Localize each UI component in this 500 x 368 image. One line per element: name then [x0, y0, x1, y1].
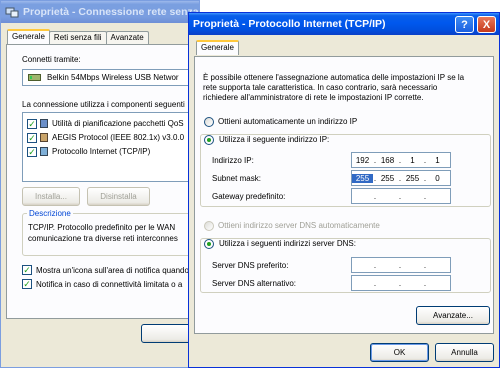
dns-preferred-field[interactable]: . . . — [351, 257, 451, 273]
ip-octet-3: 1 — [410, 155, 415, 165]
tcpip-titlebar[interactable]: Proprietà - Protocollo Internet (TCP/IP) — [189, 13, 499, 35]
qos-icon — [40, 119, 48, 128]
aegis-icon — [40, 133, 48, 142]
description-line1: TCP/IP. Protocollo predefinito per le WA… — [28, 223, 176, 232]
auto-ip-radio[interactable] — [204, 117, 214, 127]
subnet-mask-label: Subnet mask: — [212, 174, 261, 183]
connect-via-label: Connetti tramite: — [22, 55, 81, 64]
dns-pref-dot: . — [398, 260, 402, 270]
component-checkbox-qos[interactable]: ✓ — [27, 119, 37, 129]
ip-octet-1: 192 — [355, 155, 370, 165]
notify-limited-checkbox[interactable]: ✓ — [22, 279, 32, 289]
intro-line2: rete supporta tale caratteristica. In ca… — [203, 83, 438, 92]
notify-icon-label[interactable]: Mostra un'icona sull'area di notifica qu… — [36, 266, 189, 276]
dns-alt-dot: . — [423, 278, 427, 288]
intro-line3: richiedere all'amministratore di rete le… — [203, 93, 424, 102]
back-ok-button[interactable] — [141, 324, 191, 343]
uninstall-button[interactable]: Disinstalla — [87, 187, 150, 206]
back-window-title: Proprietà - Connessione rete senza fili … — [23, 6, 199, 18]
description-title: Descrizione — [27, 209, 73, 219]
component-checkbox-aegis[interactable]: ✓ — [27, 133, 37, 143]
auto-dns-label[interactable]: Ottieni indirizzo server DNS automaticam… — [218, 221, 380, 231]
gateway-field[interactable]: . . . — [351, 188, 451, 204]
ip-octet-2: 168 — [380, 155, 395, 165]
dns-preferred-label: Server DNS preferito: — [212, 261, 289, 270]
back-window: Proprietà - Connessione rete senza fili … — [0, 0, 207, 368]
back-window-titlebar[interactable]: Proprietà - Connessione rete senza fili … — [1, 1, 199, 23]
tcpip-panel: È possibile ottenere l'assegnazione auto… — [194, 56, 494, 334]
help-button[interactable]: ? — [455, 16, 474, 33]
notify-limited-label[interactable]: Notifica in caso di connettività limitat… — [36, 280, 182, 290]
tab-reti-senza-fili[interactable]: Reti senza fili — [48, 31, 107, 44]
mask-octet-3: 255 — [405, 173, 420, 183]
mask-octet-1: 255 — [352, 173, 373, 183]
back-tabs: Generale Reti senza fili Avanzate — [7, 29, 149, 44]
description-line2: comunicazione tra diverse reti interconn… — [28, 234, 178, 243]
adapter-name: Belkin 54Mbps Wireless USB Networ — [47, 73, 179, 82]
manual-ip-radio[interactable] — [204, 135, 214, 145]
intro-line1: È possibile ottenere l'assegnazione auto… — [203, 73, 465, 82]
advanced-button[interactable]: Avanzate... — [416, 306, 490, 325]
cancel-button[interactable]: Annulla — [435, 343, 494, 362]
dns-alt-dot: . — [398, 278, 402, 288]
close-icon: X — [482, 18, 491, 31]
tab-generale[interactable]: Generale — [7, 29, 50, 44]
close-button[interactable]: X — [477, 16, 496, 33]
dns-pref-dot: . — [373, 260, 377, 270]
mask-octet-2: 255 — [380, 173, 395, 183]
adapter-icon — [28, 73, 42, 84]
component-label-tcpip[interactable]: Protocollo Internet (TCP/IP) — [52, 147, 150, 157]
auto-dns-radio[interactable] — [204, 221, 214, 231]
install-button[interactable]: Installa... — [22, 187, 80, 206]
mask-octet-4: 0 — [435, 173, 440, 183]
components-list[interactable]: ✓ Utilità di pianificazione pacchetti Qo… — [22, 112, 202, 182]
tcpip-properties-window: Proprietà - Protocollo Internet (TCP/IP)… — [188, 12, 500, 368]
tab-avanzate[interactable]: Avanzate — [105, 31, 149, 44]
tcpip-window-title: Proprietà - Protocollo Internet (TCP/IP) — [193, 18, 386, 30]
gateway-label: Gateway predefinito: — [212, 192, 286, 201]
component-label-aegis[interactable]: AEGIS Protocol (IEEE 802.1x) v3.0.0 — [52, 133, 184, 143]
subnet-mask-field[interactable]: 255. 255. 255. 0 — [351, 170, 451, 186]
tab-generale-tcpip[interactable]: Generale — [196, 40, 239, 55]
dns-alt-dot: . — [373, 278, 377, 288]
component-label-qos[interactable]: Utilità di pianificazione pacchetti QoS — [52, 119, 184, 129]
network-icon — [5, 6, 19, 18]
dns-alternate-label: Server DNS alternativo: — [212, 279, 297, 288]
dns-pref-dot: . — [423, 260, 427, 270]
help-icon: ? — [461, 18, 468, 31]
auto-ip-label[interactable]: Ottieni automaticamente un indirizzo IP — [218, 117, 357, 127]
ok-button[interactable]: OK — [370, 343, 429, 362]
ip-address-field[interactable]: 192. 168. 1. 1 — [351, 152, 451, 168]
notify-icon-checkbox[interactable]: ✓ — [22, 265, 32, 275]
manual-dns-label[interactable]: Utilizza i seguenti indirizzi server DNS… — [217, 239, 358, 249]
tcpip-icon — [40, 147, 48, 156]
gateway-dot: . — [398, 191, 402, 201]
gateway-dot: . — [423, 191, 427, 201]
components-label: La connessione utilizza i componenti seg… — [22, 100, 185, 109]
gateway-dot: . — [373, 191, 377, 201]
dns-alternate-field[interactable]: . . . — [351, 275, 451, 291]
adapter-box[interactable]: Belkin 54Mbps Wireless USB Networ — [22, 69, 202, 86]
component-checkbox-tcpip[interactable]: ✓ — [27, 147, 37, 157]
manual-dns-radio[interactable] — [204, 239, 214, 249]
tcpip-tabs: Generale — [196, 40, 239, 55]
manual-ip-label[interactable]: Utilizza il seguente indirizzo IP: — [217, 135, 332, 145]
ip-octet-4: 1 — [435, 155, 440, 165]
ip-address-label: Indirizzo IP: — [212, 156, 254, 165]
back-panel: Connetti tramite: Belkin 54Mbps Wireless… — [6, 44, 207, 319]
